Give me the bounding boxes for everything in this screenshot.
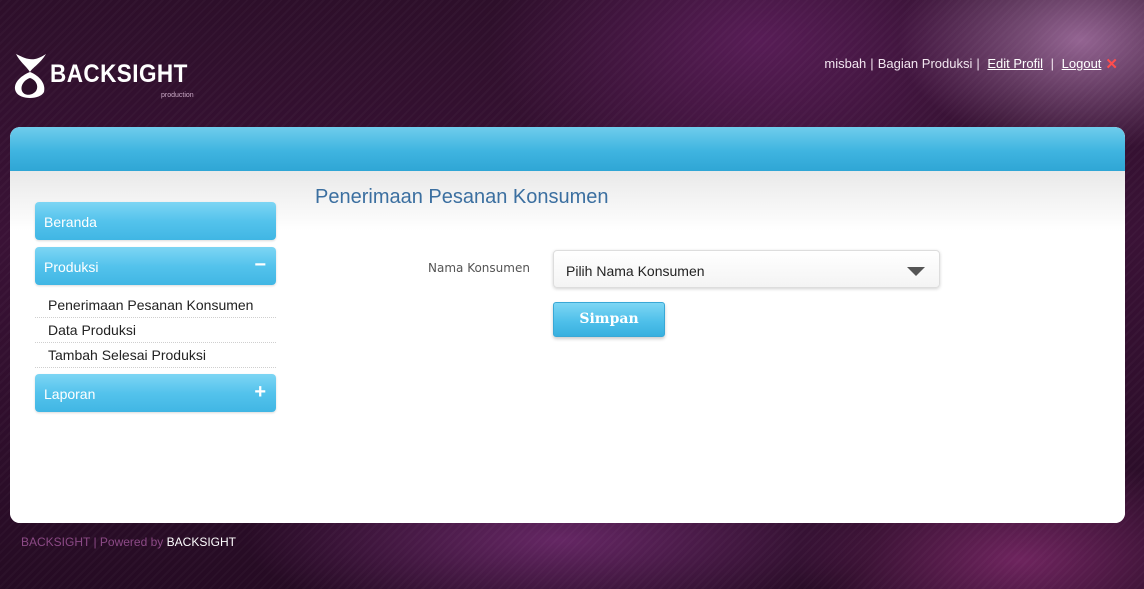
produksi-submenu: Penerimaan Pesanan Konsumen Data Produks… [35, 293, 276, 368]
chevron-down-icon [907, 267, 925, 276]
logo-text: BACKSIGHT [50, 60, 188, 88]
collapse-icon[interactable]: − [254, 254, 266, 277]
page-title: Penerimaan Pesanan Konsumen [315, 186, 609, 208]
sidebar-item-label: Beranda [44, 214, 97, 230]
submenu-item-penerimaan[interactable]: Penerimaan Pesanan Konsumen [35, 293, 276, 318]
sidebar: Beranda Produksi − Penerimaan Pesanan Ko… [35, 202, 276, 412]
sidebar-item-label: Produksi [44, 259, 99, 275]
nama-konsumen-select[interactable]: Pilih Nama Konsumen [553, 250, 940, 288]
logo[interactable]: BACKSIGHT production [12, 50, 202, 105]
separator: | [870, 56, 874, 71]
sidebar-item-beranda[interactable]: Beranda [35, 202, 276, 240]
panel-header-bar [10, 127, 1125, 171]
sidebar-item-label: Laporan [44, 386, 96, 402]
user-role: Bagian Produksi [877, 56, 973, 71]
logo-icon [14, 54, 47, 98]
close-icon[interactable]: ✕ [1105, 55, 1118, 73]
submenu-item-tambah-selesai[interactable]: Tambah Selesai Produksi [35, 343, 276, 368]
username: misbah [824, 56, 867, 71]
sidebar-item-produksi[interactable]: Produksi − [35, 247, 276, 285]
logo-subtitle: production [161, 92, 194, 99]
panel-body: Beranda Produksi − Penerimaan Pesanan Ko… [10, 171, 1125, 523]
separator: | [976, 56, 980, 71]
footer: BACKSIGHT | Powered by BACKSIGHT [21, 535, 236, 549]
logout-link[interactable]: Logout [1062, 56, 1102, 71]
edit-profile-link[interactable]: Edit Profil [987, 56, 1043, 71]
footer-brand: BACKSIGHT [166, 535, 236, 549]
sidebar-item-laporan[interactable]: Laporan + [35, 374, 276, 412]
nama-konsumen-label: Nama Konsumen [428, 261, 530, 275]
footer-text: BACKSIGHT | Powered by [21, 535, 164, 549]
separator: | [1050, 56, 1055, 71]
expand-icon[interactable]: + [254, 381, 266, 404]
select-value: Pilih Nama Konsumen [566, 263, 705, 279]
simpan-button[interactable]: Simpan [553, 302, 665, 337]
submenu-item-data-produksi[interactable]: Data Produksi [35, 318, 276, 343]
user-bar: misbah | Bagian Produksi | Edit Profil | Lo… [824, 55, 1118, 73]
main-panel: Beranda Produksi − Penerimaan Pesanan Ko… [10, 127, 1125, 523]
